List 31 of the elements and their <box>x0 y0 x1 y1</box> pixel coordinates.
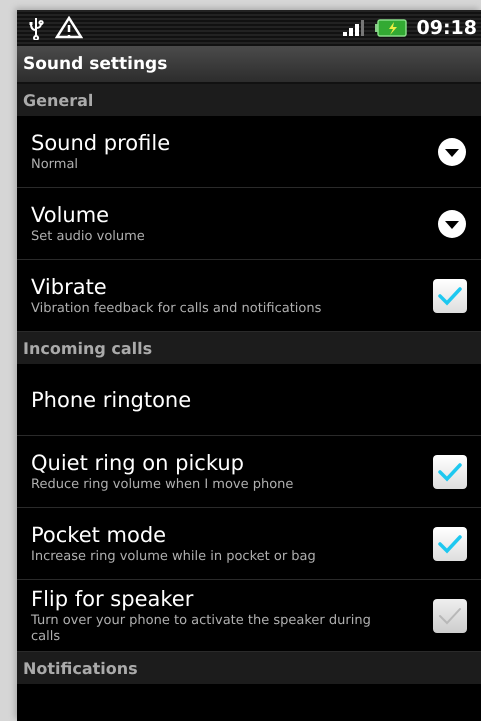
setting-title[interactable]: Volume <box>31 202 437 226</box>
battery-icon <box>374 19 407 37</box>
setting-title[interactable]: Pocket mode <box>31 522 433 546</box>
checkbox[interactable] <box>433 454 467 488</box>
checkbox[interactable] <box>433 526 467 560</box>
setting-summary: Increase ring volume while in pocket or bag <box>31 548 317 564</box>
warning-icon <box>55 16 83 40</box>
usb-icon <box>29 16 45 40</box>
setting-title[interactable]: Vibrate <box>31 274 433 298</box>
checkbox[interactable] <box>433 278 467 312</box>
check-icon <box>437 532 463 554</box>
section-header: Notifications <box>17 652 481 684</box>
dropdown-icon <box>437 208 467 238</box>
checkbox[interactable] <box>433 598 467 632</box>
setting-title[interactable]: Flip for speaker <box>31 586 433 610</box>
setting-summary: Set audio volume <box>31 228 146 244</box>
signal-icon <box>342 19 365 37</box>
setting-summary: Turn over your phone to activate the speaker during calls <box>31 612 371 644</box>
screen-title: Sound settings <box>17 46 481 84</box>
check-icon <box>437 460 463 482</box>
setting-summary: Normal <box>31 156 80 172</box>
section-header: General <box>17 84 481 116</box>
check-icon <box>437 284 463 306</box>
setting-summary: Vibration feedback for calls and notifications <box>31 300 322 316</box>
setting-summary: Reduce ring volume when I move phone <box>31 476 294 492</box>
status-time: 09:18 <box>416 17 477 39</box>
section-header: Incoming calls <box>17 332 481 364</box>
dropdown-icon <box>437 136 467 166</box>
setting-title[interactable]: Phone ringtone <box>31 388 467 412</box>
setting-title[interactable]: Quiet ring on pickup <box>31 450 433 474</box>
setting-title[interactable]: Sound profile <box>31 130 437 154</box>
